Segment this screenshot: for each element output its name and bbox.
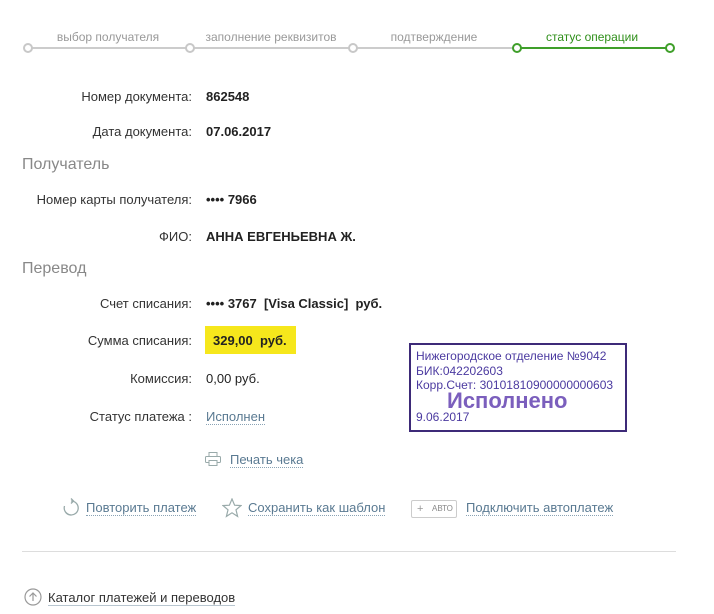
divider <box>22 551 676 552</box>
step-dot-4 <box>512 43 522 53</box>
recipient-name-row: ФИО: АННА ЕВГЕНЬЕВНА Ж. <box>0 229 714 249</box>
step-operation-status: статус операции <box>545 30 639 44</box>
step-fill-details: заполнение реквизитов <box>205 30 337 44</box>
recipient-card-value: •••• 7966 <box>206 192 257 207</box>
step-dot-3 <box>348 43 358 53</box>
document-number-label: Номер документа: <box>81 89 192 104</box>
fee-label: Комиссия: <box>130 371 192 386</box>
amount-value: 329,00 руб. <box>205 326 296 354</box>
printer-icon <box>205 452 221 466</box>
document-number-value: 862548 <box>206 89 250 104</box>
account-value: •••• 3767 [Visa Classic] руб. <box>206 296 383 311</box>
step-dot-1 <box>23 43 33 53</box>
plus-icon: + <box>417 503 424 515</box>
step-dot-2 <box>185 43 195 53</box>
document-number-row: Номер документа: 862548 <box>0 89 714 109</box>
print-receipt-label: Печать чека <box>230 452 304 468</box>
save-template-label: Сохранить как шаблон <box>248 500 386 516</box>
stamp-bik: БИК:042202603 <box>416 364 503 378</box>
auto-badge: + АВТО <box>411 500 457 518</box>
recipient-name-value: АННА ЕВГЕНЬЕВНА Ж. <box>206 229 356 244</box>
actions-bar: Повторить платеж Сохранить как шаблон + … <box>0 498 714 520</box>
repeat-payment-label: Повторить платеж <box>86 500 197 516</box>
stamp-branch: Нижегородское отделение №9042 <box>416 349 607 363</box>
amount-label: Сумма списания: <box>87 333 192 348</box>
autopay-label: Подключить автоплатеж <box>466 500 614 516</box>
progress-line-active <box>516 47 670 49</box>
status-link[interactable]: Исполнен <box>206 409 266 425</box>
recipient-card-label: Номер карты получателя: <box>36 192 192 207</box>
repeat-icon <box>63 498 79 516</box>
status-label: Статус платежа : <box>89 409 192 424</box>
catalog-label: Каталог платежей и переводов <box>48 590 236 606</box>
step-choose-recipient: выбор получателя <box>56 30 160 44</box>
document-date-value: 07.06.2017 <box>206 124 272 139</box>
step-confirm: подтверждение <box>390 30 478 44</box>
stamp-date: 9.06.2017 <box>416 410 470 424</box>
recipient-card-row: Номер карты получателя: •••• 7966 <box>0 192 714 212</box>
transfer-section-title: Перевод <box>22 260 87 277</box>
progress-steps: выбор получателя заполнение реквизитов п… <box>23 30 675 54</box>
star-icon <box>222 498 242 518</box>
account-label: Счет списания: <box>99 296 192 311</box>
recipient-section-title: Получатель <box>22 156 110 173</box>
step-dot-end <box>665 43 675 53</box>
account-row: Счет списания: •••• 3767 [Visa Classic] … <box>0 296 714 316</box>
document-date-label: Дата документа: <box>92 124 192 139</box>
progress-line-done <box>26 47 516 49</box>
document-date-row: Дата документа: 07.06.2017 <box>0 124 714 144</box>
auto-badge-label: АВТО <box>432 504 453 513</box>
recipient-name-label: ФИО: <box>159 229 192 244</box>
bank-stamp: Нижегородское отделение №9042 БИК:042202… <box>409 343 627 432</box>
arrow-up-icon <box>24 588 42 606</box>
fee-value: 0,00 руб. <box>206 371 260 386</box>
